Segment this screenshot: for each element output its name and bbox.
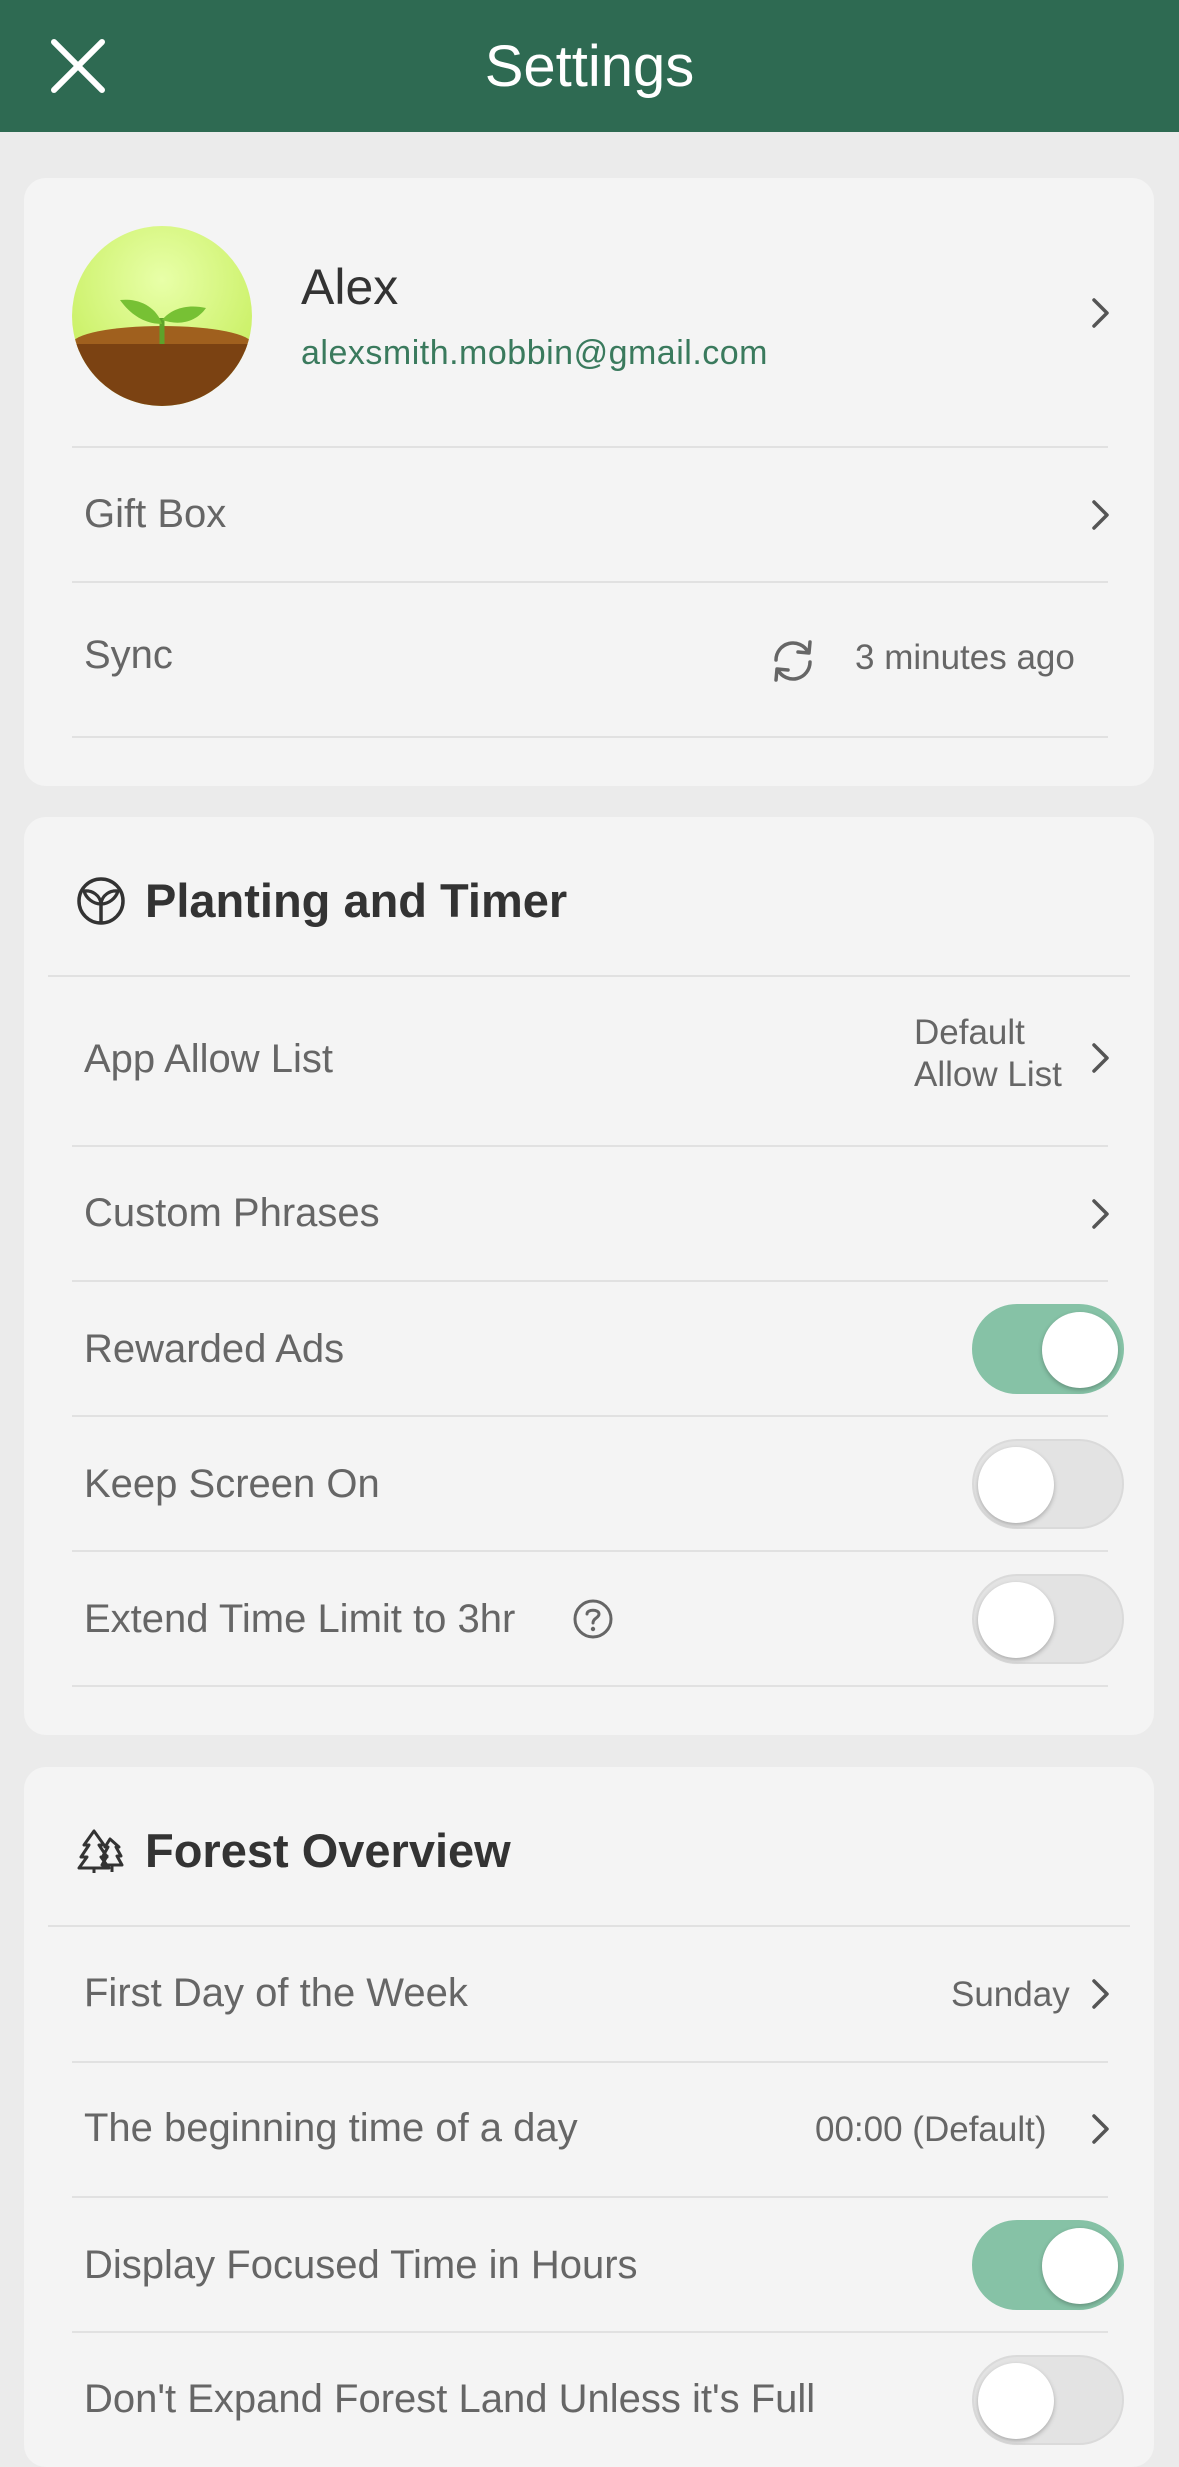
keep-screen-on-toggle[interactable] bbox=[972, 1439, 1124, 1529]
chevron-right-icon bbox=[1092, 298, 1109, 328]
divider bbox=[72, 2331, 1108, 2333]
chevron-right-icon bbox=[1092, 1979, 1109, 2009]
sync-status: 3 minutes ago bbox=[855, 638, 1075, 677]
chevron-right-icon bbox=[1092, 1043, 1109, 1073]
section-title-planting: Planting and Timer bbox=[145, 874, 568, 927]
toggle-knob bbox=[978, 1582, 1054, 1658]
sync-icon[interactable] bbox=[766, 634, 820, 688]
chevron-right-icon bbox=[1092, 2114, 1109, 2144]
dont-expand-label: Don't Expand Forest Land Unless it's Ful… bbox=[84, 2377, 816, 2421]
trees-icon bbox=[77, 1829, 124, 1873]
sprout-icon bbox=[77, 877, 125, 925]
beginning-time-label: The beginning time of a day bbox=[84, 2106, 578, 2150]
rewarded-ads-toggle[interactable] bbox=[972, 1304, 1124, 1394]
custom-phrases-row[interactable]: Custom Phrases bbox=[24, 1147, 1154, 1281]
gift-box-label: Gift Box bbox=[84, 492, 227, 536]
toggle-knob bbox=[978, 2363, 1054, 2439]
divider bbox=[72, 2196, 1108, 2198]
toggle-knob bbox=[1042, 1312, 1118, 1388]
rewarded-ads-label: Rewarded Ads bbox=[84, 1327, 345, 1371]
sync-row[interactable]: Sync 3 minutes ago bbox=[24, 583, 1154, 733]
first-day-label: First Day of the Week bbox=[84, 1971, 468, 2015]
beginning-time-value: 00:00 (Default) bbox=[815, 2110, 1047, 2149]
toggle-knob bbox=[978, 1447, 1054, 1523]
chevron-right-icon bbox=[1092, 500, 1109, 530]
account-card: Alex alexsmith.mobbin@gmail.com Gift Box… bbox=[24, 178, 1154, 786]
planting-timer-card: Planting and Timer App Allow List Defaul… bbox=[24, 817, 1154, 1735]
app-allow-list-row[interactable]: App Allow List Default Allow List bbox=[24, 977, 1154, 1143]
first-day-value: Sunday bbox=[951, 1975, 1070, 2014]
profile-name: Alex bbox=[301, 259, 399, 315]
toggle-knob bbox=[1042, 2228, 1118, 2304]
app-allow-list-label: App Allow List bbox=[84, 1037, 334, 1081]
divider bbox=[72, 1280, 1108, 1282]
profile-email: alexsmith.mobbin@gmail.com bbox=[301, 334, 769, 372]
section-title-forest: Forest Overview bbox=[145, 1824, 511, 1877]
display-hours-label: Display Focused Time in Hours bbox=[84, 2243, 638, 2287]
first-day-row[interactable]: First Day of the Week Sunday bbox=[24, 1927, 1154, 2061]
app-allow-list-value-line1: Default bbox=[914, 1013, 1025, 1052]
display-hours-toggle[interactable] bbox=[972, 2220, 1124, 2310]
divider bbox=[72, 1685, 1108, 1687]
forest-overview-card: Forest Overview First Day of the Week Su… bbox=[24, 1767, 1154, 2467]
extend-time-limit-label: Extend Time Limit to 3hr bbox=[84, 1597, 516, 1641]
app-allow-list-value-line2: Allow List bbox=[914, 1055, 1062, 1094]
chevron-right-icon bbox=[1092, 1199, 1109, 1229]
divider bbox=[72, 1550, 1108, 1552]
extend-time-limit-toggle[interactable] bbox=[972, 1574, 1124, 1664]
divider bbox=[72, 736, 1108, 738]
help-icon[interactable] bbox=[572, 1598, 614, 1640]
top-bar: Settings bbox=[0, 0, 1179, 132]
keep-screen-on-label: Keep Screen On bbox=[84, 1462, 380, 1506]
avatar bbox=[72, 226, 252, 406]
custom-phrases-label: Custom Phrases bbox=[84, 1191, 380, 1235]
beginning-time-row[interactable]: The beginning time of a day 00:00 (Defau… bbox=[24, 2063, 1154, 2195]
sync-label: Sync bbox=[84, 633, 173, 677]
page-title: Settings bbox=[484, 33, 695, 99]
dont-expand-toggle[interactable] bbox=[972, 2355, 1124, 2445]
gift-box-row[interactable]: Gift Box bbox=[24, 448, 1154, 582]
divider bbox=[72, 1415, 1108, 1417]
profile-row[interactable]: Alex alexsmith.mobbin@gmail.com bbox=[24, 178, 1154, 446]
close-icon[interactable] bbox=[50, 38, 106, 94]
